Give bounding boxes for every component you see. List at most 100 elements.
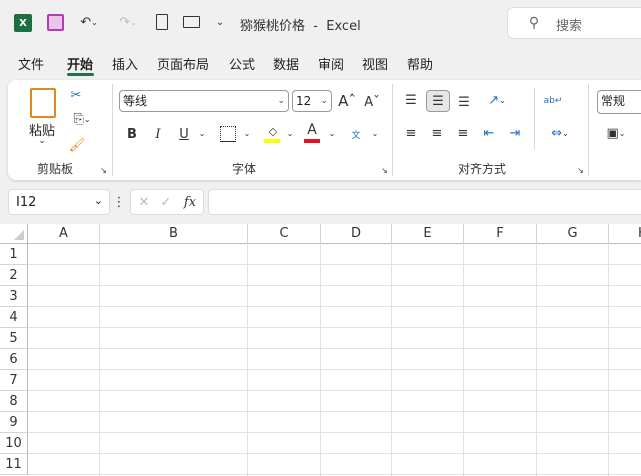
row-header[interactable]: 4 — [0, 307, 28, 328]
excel-logo-icon: X — [14, 14, 32, 32]
redo-icon[interactable]: ↷ ⌄ — [115, 12, 141, 32]
tab-review[interactable]: 审阅 — [318, 54, 344, 73]
save-icon[interactable] — [47, 14, 64, 31]
select-all-corner[interactable] — [0, 224, 28, 244]
gridline — [28, 390, 641, 391]
number-format-style-icon[interactable]: ▣ ⌄ — [600, 124, 632, 142]
align-bottom-icon[interactable]: ☰ — [455, 93, 473, 111]
cancel-icon[interactable]: ✕ — [135, 193, 153, 211]
font-launcher-icon[interactable]: ↘ — [380, 166, 389, 175]
row-header[interactable]: 10 — [0, 433, 28, 454]
fill-dropdown-icon[interactable]: ⌄ — [285, 126, 295, 140]
new-file-icon[interactable] — [156, 14, 168, 30]
column-header[interactable]: B — [100, 224, 248, 244]
paste-icon[interactable] — [30, 88, 56, 118]
group-divider — [112, 84, 113, 176]
gridline — [28, 285, 641, 286]
decrease-font-icon[interactable]: Aˇ — [362, 92, 382, 112]
clipboard-launcher-icon[interactable]: ↘ — [99, 166, 108, 175]
font-name-combo[interactable]: 等线 ⌄ — [119, 90, 289, 112]
alignment-launcher-icon[interactable]: ↘ — [576, 166, 585, 175]
tab-view[interactable]: 视图 — [362, 54, 388, 73]
column-header[interactable]: A — [28, 224, 100, 244]
alignment-group-label: 对齐方式 — [458, 162, 507, 176]
customize-qat-icon[interactable]: ⌄ — [213, 14, 227, 30]
column-header[interactable]: H — [609, 224, 641, 244]
tab-data[interactable]: 数据 — [273, 54, 299, 73]
increase-indent-icon[interactable]: ⇥ — [506, 124, 524, 142]
column-header[interactable]: F — [464, 224, 537, 244]
row-header[interactable]: 6 — [0, 349, 28, 370]
borders-icon[interactable] — [220, 126, 236, 142]
gridline — [463, 244, 464, 476]
gridline — [28, 264, 641, 265]
tab-file[interactable]: 文件 — [18, 54, 44, 73]
cut-icon[interactable]: ✂ — [68, 86, 84, 104]
italic-button[interactable]: I — [150, 124, 166, 144]
font-color-icon[interactable]: A — [304, 122, 320, 138]
row-header[interactable]: 11 — [0, 454, 28, 475]
chevron-down-icon[interactable]: ⌄ — [94, 194, 103, 207]
borders-dropdown-icon[interactable]: ⌄ — [242, 126, 252, 140]
group-divider — [392, 84, 393, 176]
column-header[interactable]: E — [392, 224, 464, 244]
row-header[interactable]: 8 — [0, 391, 28, 412]
row-header[interactable]: 1 — [0, 244, 28, 265]
row-header[interactable]: 3 — [0, 286, 28, 307]
copy-icon[interactable]: ⎘ ⌄ — [66, 110, 98, 128]
gridline — [99, 244, 100, 476]
column-header[interactable]: G — [537, 224, 609, 244]
row-header[interactable]: 2 — [0, 265, 28, 286]
column-header[interactable]: D — [321, 224, 392, 244]
search-box[interactable]: ⚲ 搜索 — [507, 7, 641, 39]
search-icon: ⚲ — [528, 15, 540, 31]
align-left-icon[interactable]: ≡ — [402, 124, 420, 142]
tab-page-layout[interactable]: 页面布局 — [157, 54, 209, 73]
tab-formulas[interactable]: 公式 — [229, 54, 255, 73]
title-separator: - — [313, 19, 318, 34]
fill-color-icon[interactable]: ◇ — [264, 124, 282, 138]
align-top-icon[interactable]: ☰ — [402, 91, 420, 109]
undo-icon[interactable]: ↶ ⌄ — [76, 12, 102, 32]
tab-help[interactable]: 帮助 — [407, 54, 433, 73]
increase-font-icon[interactable]: Aˆ — [337, 91, 357, 111]
tab-home[interactable]: 开始 — [67, 54, 93, 73]
decrease-indent-icon[interactable]: ⇤ — [480, 124, 498, 142]
gridline — [28, 432, 641, 433]
paste-dropdown-icon[interactable]: ⌄ — [37, 136, 47, 146]
merge-center-icon[interactable]: ⇔ ⌄ — [544, 124, 576, 142]
row-header[interactable]: 7 — [0, 370, 28, 391]
gridline — [536, 244, 537, 476]
number-format-value: 常规 — [601, 94, 626, 108]
phonetic-guide-icon[interactable]: 文 — [347, 124, 365, 144]
spreadsheet-grid[interactable]: ABCDEFGH 1234567891011 — [0, 224, 641, 476]
open-folder-icon[interactable] — [183, 16, 200, 28]
font-color-dropdown-icon[interactable]: ⌄ — [327, 126, 337, 140]
font-size-combo[interactable]: 12 ⌄ — [292, 90, 332, 112]
font-group-label: 字体 — [232, 162, 257, 176]
number-format-combo[interactable]: 常规 — [597, 90, 641, 114]
name-box[interactable]: I12 ⌄ — [8, 189, 110, 215]
row-header[interactable]: 9 — [0, 412, 28, 433]
bold-button[interactable]: B — [124, 124, 140, 144]
more-options-icon[interactable]: ⋮ — [113, 194, 126, 210]
insert-function-button[interactable]: fx — [179, 193, 201, 211]
gridline — [28, 474, 641, 475]
orientation-icon[interactable]: ↗ ⌄ — [481, 90, 513, 110]
tab-insert[interactable]: 插入 — [112, 54, 138, 73]
align-right-icon[interactable]: ≡ — [454, 124, 472, 142]
gridline — [28, 327, 641, 328]
phonetic-dropdown-icon[interactable]: ⌄ — [370, 126, 380, 140]
wrap-text-icon[interactable]: ab↵ — [544, 90, 563, 112]
enter-icon[interactable]: ✓ — [157, 193, 175, 211]
align-center-icon[interactable]: ≡ — [428, 124, 446, 142]
group-divider — [588, 84, 589, 176]
underline-dropdown-icon[interactable]: ⌄ — [197, 126, 207, 140]
format-painter-icon[interactable]: 🖌 — [68, 136, 86, 154]
column-header[interactable]: C — [248, 224, 321, 244]
formula-input[interactable] — [208, 189, 641, 215]
align-middle-icon[interactable]: ☰ — [426, 90, 450, 112]
gridline — [247, 244, 248, 476]
underline-button[interactable]: U — [176, 124, 192, 144]
row-header[interactable]: 5 — [0, 328, 28, 349]
